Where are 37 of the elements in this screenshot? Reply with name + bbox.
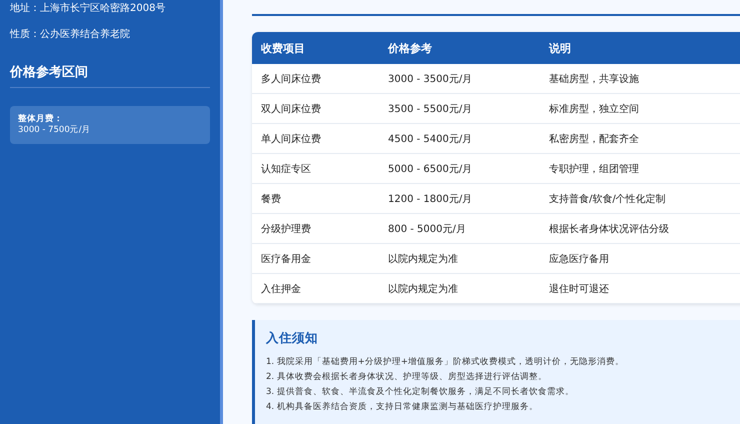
notice-item: 1. 我院采用「基础费用+分级护理+增值服务」阶梯式收费模式，透明计价，无隐形消费。 xyxy=(266,356,626,369)
table-cell-text: 3000 - 3500元/月 xyxy=(388,72,474,86)
price-label: 整体月费： xyxy=(18,114,64,125)
table-cell-text: 餐费 xyxy=(261,192,282,206)
info-line: 性质：公办医养结合养老院 xyxy=(10,29,131,41)
table-cell-text: 分级护理费 xyxy=(261,222,312,236)
table-cell-text: 退住时可退还 xyxy=(549,282,610,296)
table-cell-text: 入住押金 xyxy=(261,282,302,296)
column-header: 说明 xyxy=(549,40,572,56)
table-cell-text: 应急医疗备用 xyxy=(549,252,610,266)
table-cell-text: 3500 - 5500元/月 xyxy=(388,102,474,116)
column-header: 价格参考 xyxy=(388,40,433,56)
notice-item: 2. 具体收费会根据长者身体状况、护理等级、房型选择进行评估调整。 xyxy=(266,370,548,384)
table-cell-text: 以院内规定为准 xyxy=(388,252,459,266)
table-cell-text: 双人间床位费 xyxy=(261,102,322,116)
table-cell-text: 5000 - 6500元/月 xyxy=(388,162,474,176)
table-cell-text: 私密房型，配套齐全 xyxy=(549,132,640,146)
table-cell-text: 多人间床位费 xyxy=(261,72,322,86)
price-value: 3000 - 7500元/月 xyxy=(18,125,92,136)
table-cell-text: 专职护理，组团管理 xyxy=(549,162,640,176)
column-header: 收费项目 xyxy=(261,40,306,56)
notice-title: 入住须知 xyxy=(266,330,319,347)
table-cell-text: 4500 - 5400元/月 xyxy=(388,132,474,146)
table-cell-text: 医疗备用金 xyxy=(261,252,312,266)
table-cell-text: 单人间床位费 xyxy=(261,132,322,146)
table-cell-text: 支持普食/软食/个性化定制 xyxy=(549,192,667,206)
table-cell-text: 1200 - 1800元/月 xyxy=(388,192,474,206)
table-cell-text: 根据长者身体状况评估分级 xyxy=(549,222,670,236)
table-cell-text: 基础房型，共享设施 xyxy=(549,72,640,86)
notice-item: 4. 机构具备医养结合资质，支持日常健康监测与基础医疗护理服务。 xyxy=(266,400,539,414)
table-cell-text: 800 - 5000元/月 xyxy=(388,222,467,236)
info-line: 地址：上海市长宁区哈密路2008号 xyxy=(10,3,166,15)
notice-item: 3. 提供普食、软食、半流食及个性化定制餐饮服务，满足不同长者饮食需求。 xyxy=(266,386,575,399)
table-cell-text: 标准房型，独立空间 xyxy=(549,102,640,116)
table-cell-text: 以院内规定为准 xyxy=(388,282,459,296)
section-title: 价格参考区间 xyxy=(10,63,210,88)
table-cell-text: 认知症专区 xyxy=(261,162,312,176)
